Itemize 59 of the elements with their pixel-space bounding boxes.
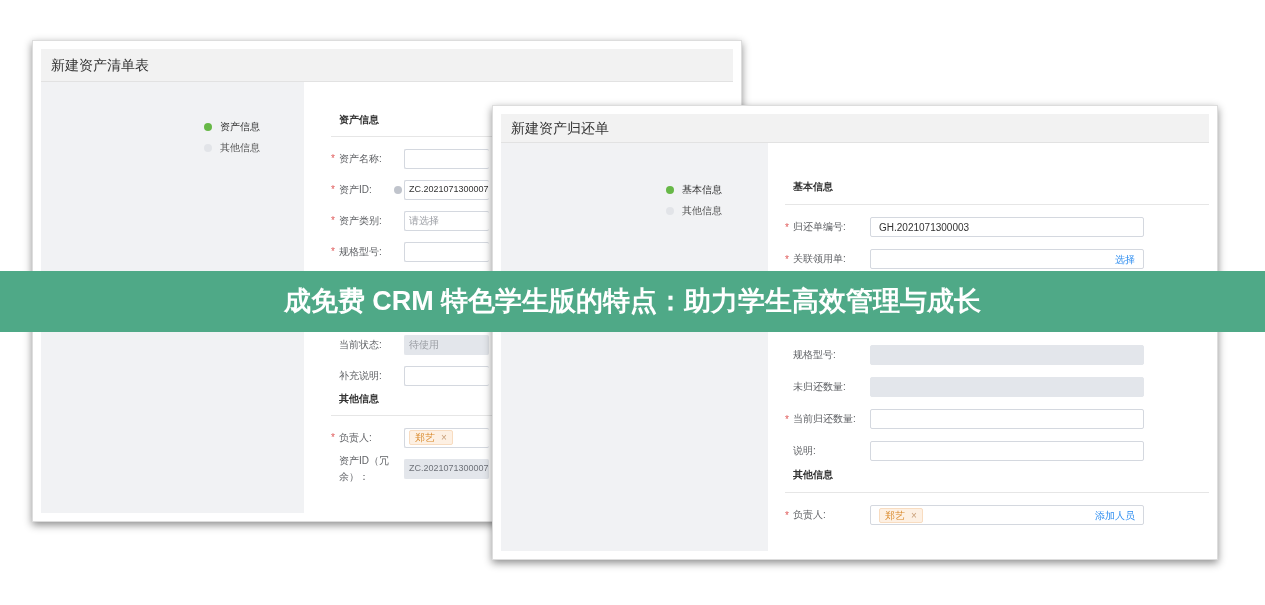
- banner-text: 成免费 CRM 特色学生版的特点：助力学生高效管理与成长: [283, 285, 982, 319]
- field-label: 说明:: [793, 444, 817, 458]
- field-label: 当前状态:: [339, 337, 383, 352]
- field-label: 资产ID:: [339, 182, 373, 197]
- step-label[interactable]: 资产信息: [220, 119, 260, 134]
- required-asterisk: *: [785, 220, 789, 235]
- input-field[interactable]: 郑艺 ×: [404, 427, 489, 448]
- section-heading: 资产信息: [339, 113, 379, 127]
- person-tag[interactable]: 郑艺 ×: [879, 507, 923, 523]
- field-label: 负责人:: [339, 430, 373, 445]
- field-value: GH.2021071300003: [879, 220, 970, 235]
- field-label: 关联领用单:: [793, 252, 847, 266]
- required-asterisk: *: [331, 214, 335, 228]
- field-value: ZC.2021071300007: [409, 461, 489, 475]
- required-asterisk: *: [331, 245, 335, 259]
- input-field[interactable]: [404, 365, 489, 386]
- field-link[interactable]: 添加人员: [1095, 507, 1135, 523]
- field-label: 负责人:: [793, 508, 827, 522]
- field-value: ZC.2021071300007: [409, 182, 489, 196]
- tag-close[interactable]: ×: [911, 507, 917, 523]
- required-asterisk: *: [785, 252, 789, 267]
- input-field[interactable]: [404, 241, 489, 262]
- section-heading: 基本信息: [793, 180, 833, 194]
- field-placeholder: 待使用: [409, 338, 439, 352]
- section-heading: 其他信息: [339, 392, 379, 406]
- field-label: 资产ID（冗余）：: [339, 453, 390, 484]
- field-label: 未归还数量:: [793, 380, 847, 394]
- field-label: 补充说明:: [339, 368, 383, 383]
- field-label: 资产名称:: [339, 151, 383, 166]
- field-label: 规格型号:: [339, 244, 383, 259]
- person-tag[interactable]: 郑艺 ×: [409, 430, 453, 445]
- required-asterisk: *: [785, 412, 789, 427]
- input-field[interactable]: [870, 409, 1144, 429]
- required-asterisk: *: [331, 431, 335, 445]
- field-placeholder: 请选择: [409, 214, 439, 228]
- input-field[interactable]: 选择: [870, 249, 1144, 269]
- required-asterisk: *: [331, 183, 335, 197]
- field-label: 资产类别:: [339, 213, 383, 228]
- tag-name: 郑艺: [885, 508, 905, 523]
- window-title: 新建资产归还单: [511, 118, 609, 138]
- field-link[interactable]: 选择: [1115, 251, 1135, 267]
- tag-name: 郑艺: [415, 431, 435, 445]
- section-heading: 其他信息: [793, 468, 833, 482]
- input-field[interactable]: GH.2021071300003: [870, 217, 1144, 237]
- field-label: 当前归还数量:: [793, 412, 857, 426]
- input-field[interactable]: ZC.2021071300007: [404, 179, 489, 200]
- step-label[interactable]: 其他信息: [682, 203, 722, 218]
- input-field[interactable]: [404, 148, 489, 169]
- step-label[interactable]: 基本信息: [682, 182, 722, 197]
- window-title: 新建资产清单表: [51, 55, 149, 75]
- input-field[interactable]: [870, 441, 1144, 461]
- input-field[interactable]: 郑艺 × 添加人员: [870, 505, 1144, 525]
- required-asterisk: *: [331, 152, 335, 166]
- step-label[interactable]: 其他信息: [220, 140, 260, 155]
- required-asterisk: *: [785, 508, 789, 523]
- field-label: 归还单编号:: [793, 220, 847, 234]
- field-label: 规格型号:: [793, 348, 837, 362]
- input-field[interactable]: 请选择: [404, 210, 489, 231]
- tag-close[interactable]: ×: [441, 430, 447, 445]
